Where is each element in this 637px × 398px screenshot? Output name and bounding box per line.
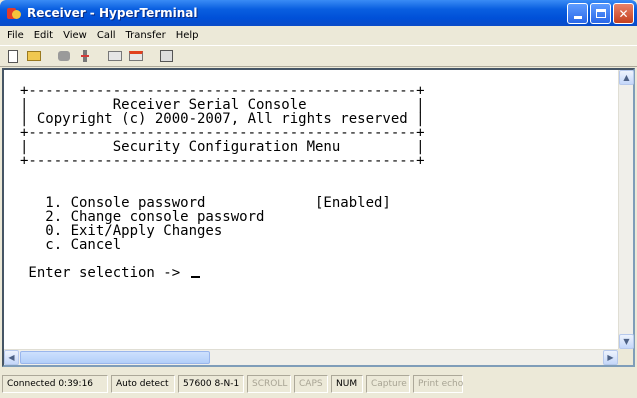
- arrow-down-icon: ▼: [623, 337, 630, 346]
- send-button[interactable]: [106, 47, 124, 65]
- menu-transfer[interactable]: Transfer: [121, 30, 171, 41]
- scrollbar-corner: [618, 349, 633, 365]
- scroll-down-button[interactable]: ▼: [619, 334, 634, 349]
- menu-option-cancel: c. Cancel: [20, 237, 122, 253]
- status-detect: Auto detect: [111, 375, 175, 393]
- scroll-up-button[interactable]: ▲: [619, 70, 634, 85]
- status-scroll: SCROLL: [247, 375, 291, 393]
- terminal-line: | Copyright (c) 2000-2007, All rights re…: [20, 111, 425, 127]
- menu-option-exit-apply: 0. Exit/Apply Changes: [20, 223, 223, 239]
- menu-option-change-password: 2. Change console password: [20, 209, 265, 225]
- properties-icon: [159, 50, 173, 62]
- selection-prompt: Enter selection ->: [20, 265, 189, 281]
- text-cursor: [190, 276, 200, 278]
- terminal-line: +---------------------------------------…: [20, 83, 425, 99]
- arrow-up-icon: ▲: [623, 73, 630, 82]
- arrow-right-icon: ▶: [607, 353, 614, 362]
- receive-icon: [129, 51, 143, 61]
- terminal-line: | Receiver Serial Console |: [20, 97, 425, 113]
- minimize-button[interactable]: [567, 3, 588, 24]
- status-print-echo: Print echo: [413, 375, 463, 393]
- close-icon: ✕: [618, 6, 629, 21]
- maximize-button[interactable]: [590, 3, 611, 24]
- disconnect-button[interactable]: [76, 47, 94, 65]
- terminal-line: | Security Configuration Menu |: [20, 139, 425, 155]
- send-icon: [108, 51, 122, 61]
- terminal-screen[interactable]: +---------------------------------------…: [4, 70, 618, 349]
- maximize-icon: [595, 9, 606, 18]
- vertical-scrollbar[interactable]: ▲ ▼: [618, 70, 634, 349]
- open-icon: [27, 51, 41, 61]
- new-connection-button[interactable]: [4, 47, 22, 65]
- menu-option-console-password: 1. Console password [Enabled]: [20, 195, 391, 211]
- close-button[interactable]: ✕: [613, 3, 634, 24]
- arrow-left-icon: ◀: [8, 353, 15, 362]
- menu-edit[interactable]: Edit: [29, 30, 58, 41]
- minimize-icon: [573, 16, 582, 19]
- prompt-line: Enter selection ->: [20, 266, 618, 280]
- horizontal-scroll-thumb[interactable]: [20, 351, 210, 364]
- status-capture: Capture: [366, 375, 410, 393]
- status-connected: Connected 0:39:16: [2, 375, 108, 393]
- menu-help[interactable]: Help: [171, 30, 204, 41]
- menu-bar: File Edit View Call Transfer Help: [0, 26, 637, 45]
- menu-view[interactable]: View: [58, 30, 92, 41]
- new-icon: [8, 49, 18, 63]
- terminal-frame: +---------------------------------------…: [2, 68, 635, 367]
- scroll-left-button[interactable]: ◀: [4, 350, 19, 365]
- terminal-line: +---------------------------------------…: [20, 125, 425, 141]
- receive-button[interactable]: [127, 47, 145, 65]
- hyperterminal-app-icon[interactable]: [6, 5, 22, 21]
- open-button[interactable]: [25, 47, 43, 65]
- status-bar: Connected 0:39:16 Auto detect 57600 8-N-…: [0, 370, 637, 398]
- call-button[interactable]: [55, 47, 73, 65]
- horizontal-scrollbar[interactable]: ◀ ▶: [4, 349, 618, 365]
- terminal-line: +---------------------------------------…: [20, 153, 425, 169]
- menu-call[interactable]: Call: [92, 30, 121, 41]
- status-num: NUM: [331, 375, 363, 393]
- title-bar[interactable]: Receiver - HyperTerminal ✕: [0, 0, 637, 26]
- toolbar: [0, 45, 637, 67]
- window-title: Receiver - HyperTerminal: [27, 6, 198, 20]
- properties-button[interactable]: [157, 47, 175, 65]
- menu-file[interactable]: File: [2, 30, 29, 41]
- scroll-right-button[interactable]: ▶: [603, 350, 618, 365]
- status-caps: CAPS: [294, 375, 328, 393]
- status-port-settings: 57600 8-N-1: [178, 375, 244, 393]
- call-icon: [58, 51, 70, 61]
- disconnect-icon: [81, 50, 89, 62]
